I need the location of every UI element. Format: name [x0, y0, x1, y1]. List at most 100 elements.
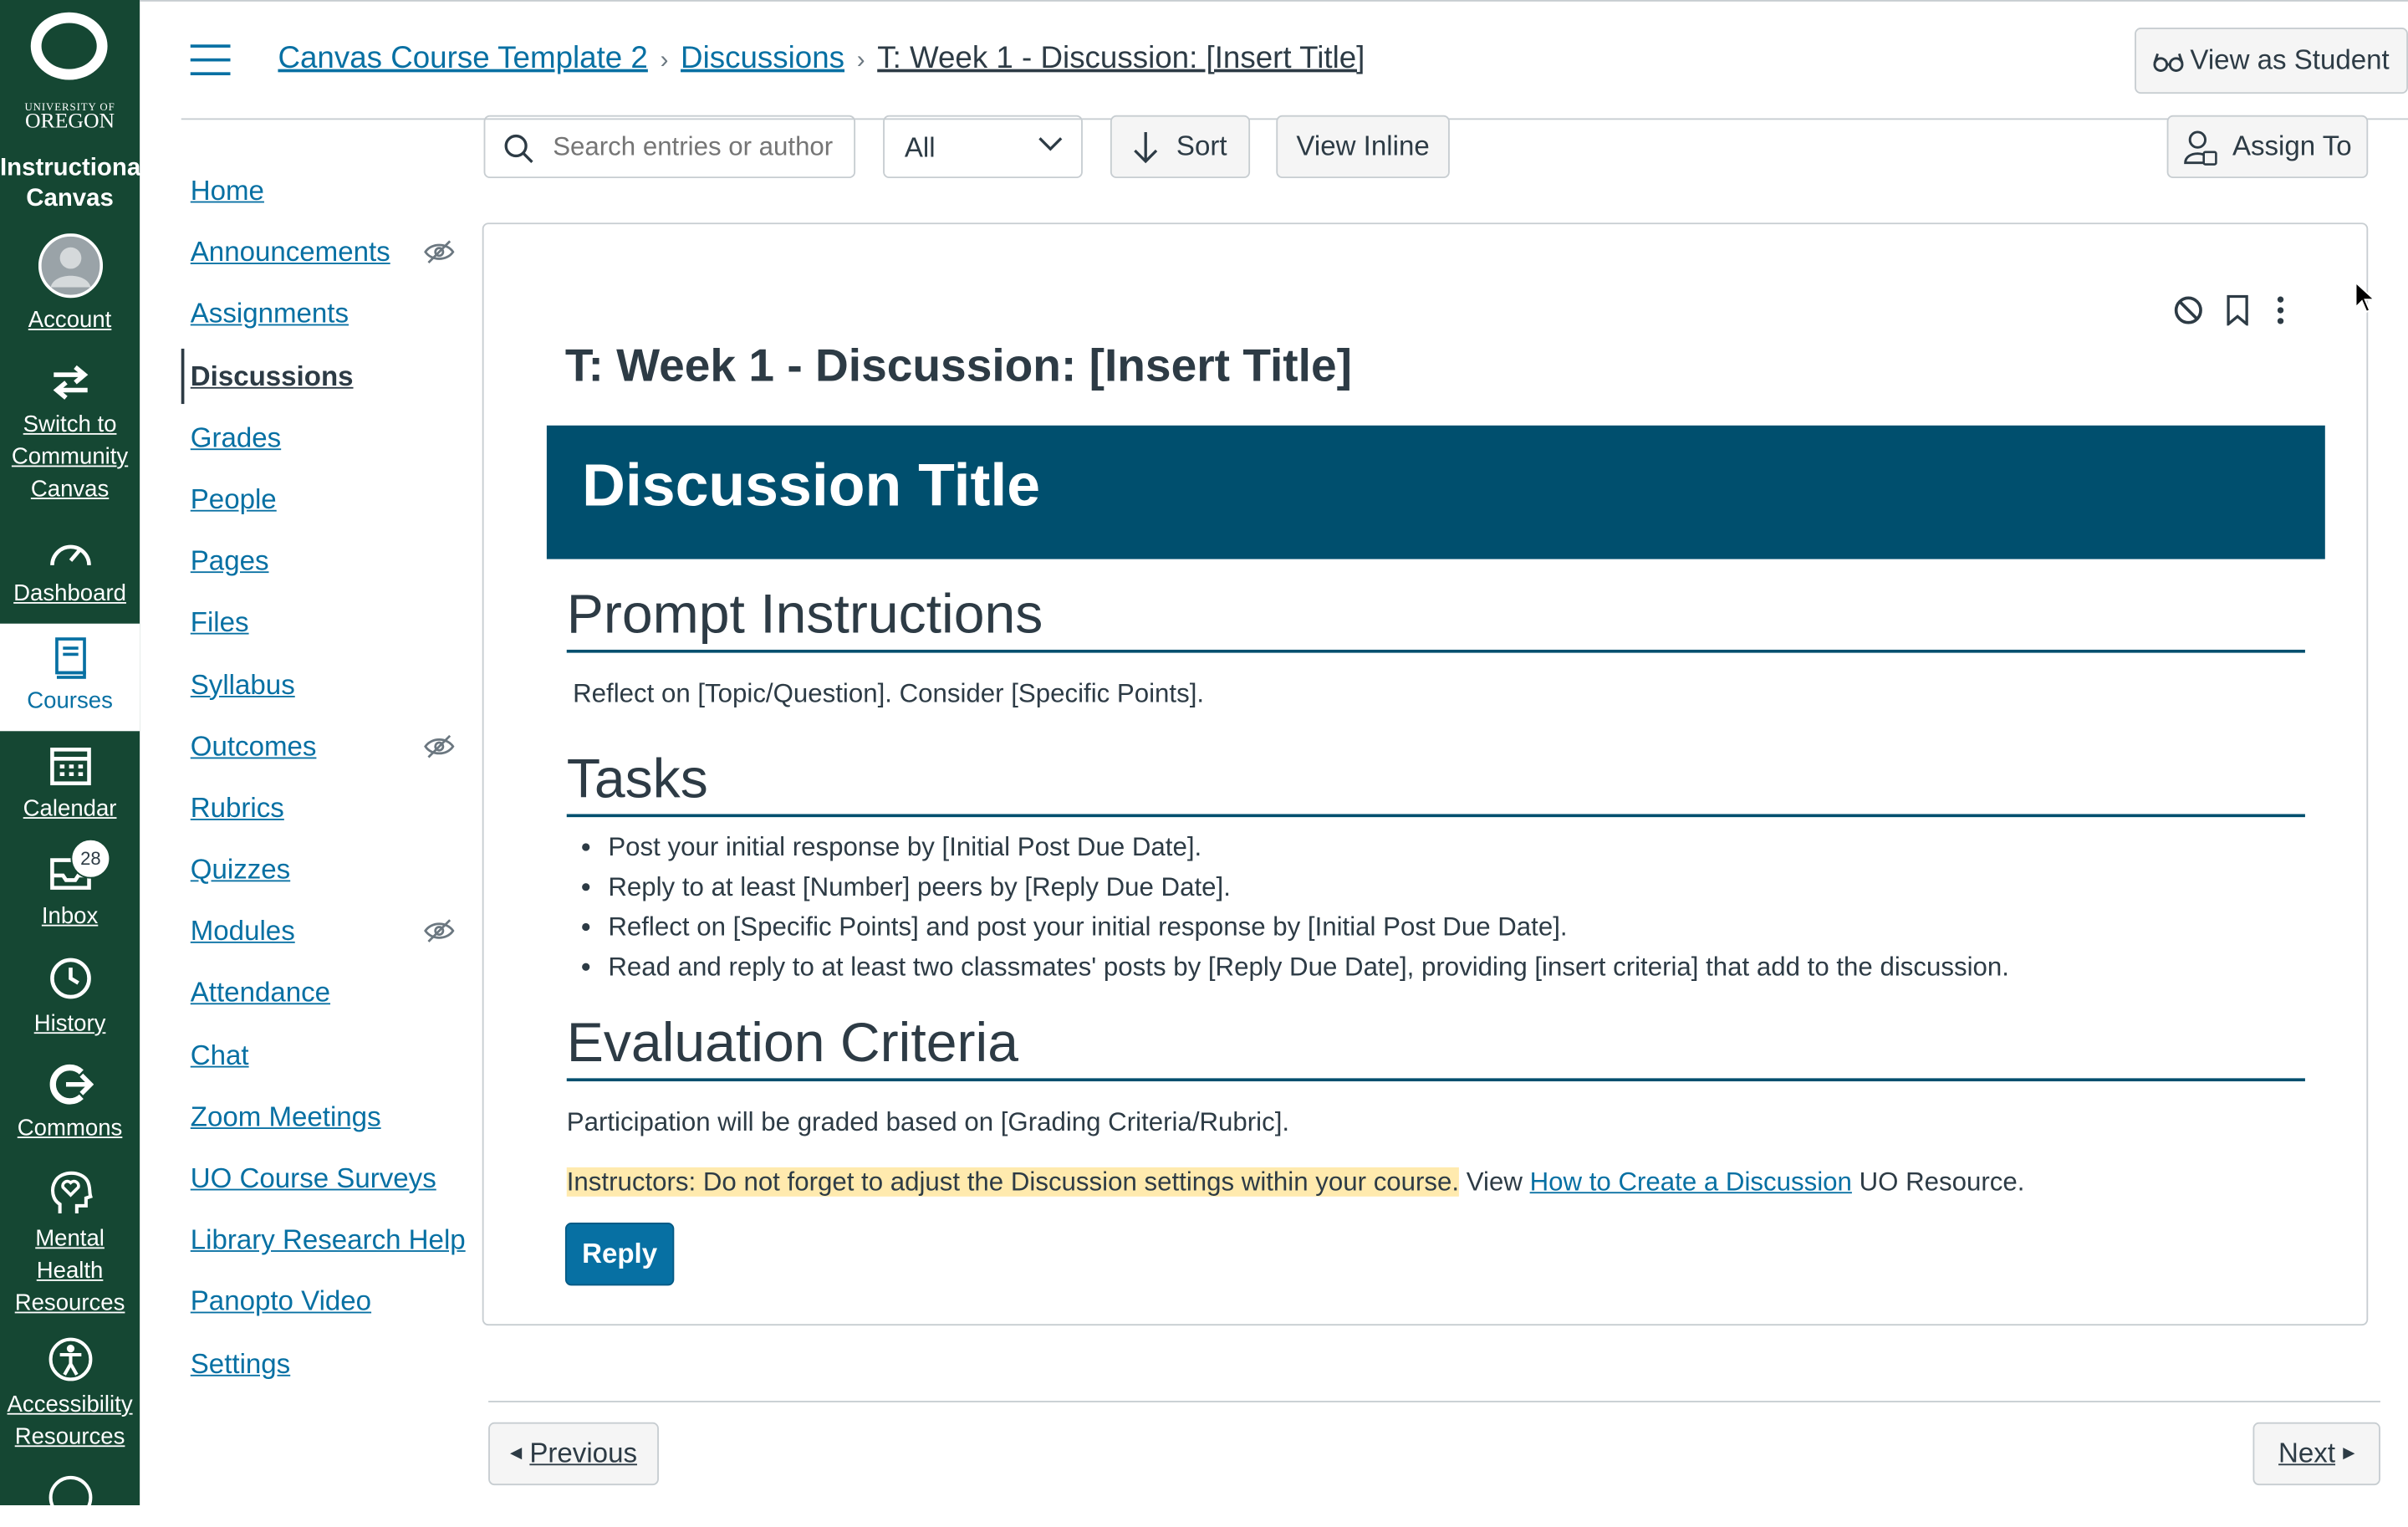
course-nav-link[interactable]: Files: [191, 607, 249, 640]
course-nav-item-settings[interactable]: Settings: [181, 1332, 473, 1394]
evaluation-heading: Evaluation Criteria: [566, 1010, 1019, 1074]
course-nav-item-pages[interactable]: Pages: [181, 530, 473, 592]
course-nav-link[interactable]: Pages: [191, 545, 269, 578]
book-icon: [54, 637, 85, 679]
global-nav-commons[interactable]: Commons: [0, 1063, 140, 1144]
global-nav-history[interactable]: History: [0, 955, 140, 1039]
course-nav-link[interactable]: Panopto Video: [191, 1286, 371, 1319]
course-nav-item-people[interactable]: People: [181, 468, 473, 530]
course-nav-item-modules[interactable]: Modules: [181, 901, 473, 963]
assign-to-button[interactable]: Assign To: [2166, 115, 2369, 179]
breadcrumb-course[interactable]: Canvas Course Template 2: [278, 42, 647, 75]
course-nav-item-discussions[interactable]: Discussions: [181, 345, 473, 406]
course-nav-link[interactable]: Modules: [191, 916, 295, 948]
course-nav-link[interactable]: Assignments: [191, 299, 349, 331]
global-nav-switch-label: Switch to Community Canvas: [11, 411, 129, 503]
course-nav-link[interactable]: Library Research Help: [191, 1224, 466, 1257]
post-title: T: Week 1 - Discussion: [Insert Title]: [564, 340, 1352, 392]
instructor-note-highlight: Instructors: Do not forget to adjust the…: [566, 1167, 1460, 1197]
instructor-note-view: View: [1466, 1167, 1523, 1197]
global-nav-history-label: History: [33, 1010, 106, 1037]
course-nav-item-panopto-video[interactable]: Panopto Video: [181, 1271, 473, 1333]
commons-icon: [48, 1064, 94, 1105]
global-nav-account[interactable]: Account: [0, 233, 140, 336]
chevron-right-icon: ›: [856, 47, 865, 74]
course-nav-link[interactable]: Settings: [191, 1348, 290, 1381]
assign-to-label: Assign To: [2232, 130, 2352, 161]
global-nav-calendar-label: Calendar: [23, 795, 117, 822]
global-nav-mental-health[interactable]: Mental Health Resources: [0, 1167, 140, 1320]
uo-logo[interactable]: UNIVERSITY OF OREGON: [0, 0, 140, 141]
course-nav-item-assignments[interactable]: Assignments: [181, 283, 473, 345]
tasks-heading: Tasks: [566, 746, 708, 809]
course-nav-item-attendance[interactable]: Attendance: [181, 963, 473, 1024]
course-nav-link[interactable]: Grades: [191, 422, 281, 455]
more-options-icon[interactable]: [2274, 295, 2287, 334]
course-nav-item-announcements[interactable]: Announcements: [181, 222, 473, 283]
bookmark-icon[interactable]: [2225, 294, 2249, 334]
hidden-eye-icon: [424, 919, 455, 952]
course-nav-item-library-research-help[interactable]: Library Research Help: [181, 1209, 473, 1271]
search-input[interactable]: [549, 125, 851, 170]
course-nav-link[interactable]: Chat: [191, 1039, 249, 1072]
course-nav-item-files[interactable]: Files: [181, 592, 473, 654]
course-nav-link[interactable]: People: [191, 483, 277, 516]
course-nav-link[interactable]: UO Course Surveys: [191, 1162, 436, 1195]
course-nav-item-home[interactable]: Home: [181, 160, 473, 222]
hamburger-menu-icon[interactable]: [190, 44, 231, 75]
course-nav-item-chat[interactable]: Chat: [181, 1024, 473, 1085]
course-nav-item-zoom-meetings[interactable]: Zoom Meetings: [181, 1085, 473, 1147]
brand-name: Instructional Canvas: [0, 155, 148, 212]
page-header: Canvas Course Template 2 › Discussions › T: …: [140, 0, 2408, 121]
breadcrumb-current[interactable]: T: Week 1 - Discussion: [Insert Title]: [877, 42, 1365, 75]
course-nav-link[interactable]: Rubrics: [191, 793, 284, 825]
course-nav-link[interactable]: Announcements: [191, 237, 390, 269]
unpublish-icon[interactable]: [2173, 295, 2204, 334]
o-logo-mark: [30, 12, 108, 80]
global-nav-courses[interactable]: Courses: [0, 623, 140, 732]
course-nav-item-outcomes[interactable]: Outcomes: [181, 715, 473, 777]
breadcrumb: Canvas Course Template 2 › Discussions › T: …: [278, 42, 1365, 77]
previous-label: Previous: [529, 1438, 637, 1468]
global-nav-inbox[interactable]: 28 Inbox: [0, 838, 140, 932]
previous-button[interactable]: ◀ Previous: [488, 1422, 659, 1486]
global-nav-dashboard[interactable]: Dashboard: [0, 534, 140, 610]
dashboard-gauge-icon: [49, 544, 90, 566]
course-nav-link[interactable]: Discussions: [191, 360, 354, 393]
caret-left-icon: ◀: [510, 1445, 523, 1463]
global-nav-switch[interactable]: Switch to Community Canvas: [0, 362, 140, 505]
course-nav-link[interactable]: Attendance: [191, 978, 330, 1010]
how-to-create-discussion-link[interactable]: How to Create a Discussion: [1530, 1167, 1852, 1197]
course-nav-item-rubrics[interactable]: Rubrics: [181, 777, 473, 839]
accessibility-icon: [48, 1337, 92, 1381]
course-nav-item-quizzes[interactable]: Quizzes: [181, 839, 473, 901]
course-nav-link[interactable]: Zoom Meetings: [191, 1101, 381, 1134]
instructor-note-suffix: UO Resource.: [1859, 1167, 2025, 1197]
sort-label: Sort: [1176, 130, 1227, 161]
tasks-list: Post your initial response by [Initial P…: [578, 828, 2009, 988]
view-inline-button[interactable]: View Inline: [1276, 115, 1450, 179]
search-icon: [504, 134, 533, 163]
course-nav-link[interactable]: Syllabus: [191, 669, 295, 702]
head-heart-icon: [50, 1171, 93, 1214]
breadcrumb-discussions[interactable]: Discussions: [681, 42, 844, 75]
course-nav-item-grades[interactable]: Grades: [181, 406, 473, 468]
global-nav-accessibility[interactable]: Accessibility Resources: [0, 1336, 140, 1453]
course-nav-link[interactable]: Quizzes: [191, 854, 290, 886]
global-nav-accessibility-label: Accessibility Resources: [7, 1392, 133, 1450]
course-nav-item-syllabus[interactable]: Syllabus: [181, 654, 473, 716]
global-nav-help[interactable]: [0, 1474, 140, 1526]
next-button[interactable]: Next ▶: [2252, 1422, 2380, 1486]
next-label: Next: [2278, 1438, 2336, 1468]
view-as-student-button[interactable]: View as Student: [2135, 28, 2408, 94]
filter-select[interactable]: All: [883, 115, 1083, 179]
course-nav-link[interactable]: Home: [191, 175, 264, 207]
glasses-icon: [2153, 52, 2184, 72]
sort-button[interactable]: Sort: [1110, 115, 1251, 179]
course-nav-item-uo-course-surveys[interactable]: UO Course Surveys: [181, 1147, 473, 1209]
course-nav-link[interactable]: Outcomes: [191, 731, 317, 764]
task-item: Read and reply to at least two classmate…: [608, 947, 2009, 988]
prompt-text: Reflect on [Topic/Question]. Consider [S…: [573, 678, 1205, 708]
global-nav-calendar[interactable]: Calendar: [0, 743, 140, 825]
reply-button[interactable]: Reply: [564, 1223, 675, 1286]
